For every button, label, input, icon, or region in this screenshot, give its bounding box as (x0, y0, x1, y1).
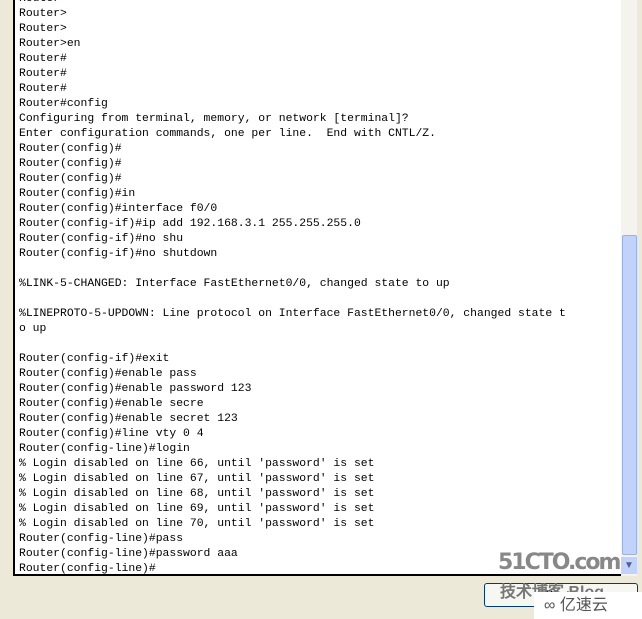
terminal-line: Router# (19, 53, 67, 65)
terminal-line: Router(config)#in (19, 188, 136, 200)
terminal-line: Router(config)# (19, 158, 122, 170)
terminal-line: Router(config)#enable secre (19, 398, 204, 410)
terminal-line: Router(config)# (19, 173, 122, 185)
terminal-line: Router>en (19, 38, 81, 50)
terminal-line: Router(config-line)#login (19, 443, 190, 455)
terminal-line: Router(config)#enable secret 123 (19, 413, 238, 425)
terminal-line: % Login disabled on line 66, until 'pass… (19, 458, 375, 470)
watermark-logo: 51CTO.com (498, 550, 621, 575)
terminal-line: %LINEPROTO-5-UPDOWN: Line protocol on In… (19, 308, 566, 320)
terminal-line: o up (19, 323, 47, 335)
terminal-line: Router# (19, 83, 67, 95)
terminal-line: Enter configuration commands, one per li… (19, 128, 436, 140)
terminal-line: Router(config-line)#password aaa (19, 548, 238, 560)
terminal-line: Router(config-if)#no shutdown (19, 248, 218, 260)
terminal-line: Router(config)#enable password 123 (19, 383, 252, 395)
terminal-line: Router(config-if)#exit (19, 353, 170, 365)
terminal-line: %LINK-5-CHANGED: Interface FastEthernet0… (19, 278, 450, 290)
terminal-line: Router(config)#line vty 0 4 (19, 428, 204, 440)
terminal-line: Router(config)#enable pass (19, 368, 197, 380)
chevron-down-icon[interactable]: ▼ (621, 557, 637, 574)
terminal-line: Router(config-line)# (19, 563, 156, 575)
watermark-yisu: ∞ 亿速云 (534, 592, 642, 619)
terminal-line: % Login disabled on line 67, until 'pass… (19, 473, 375, 485)
terminal-output[interactable]: Router>Router>Router>Router>enRouter#Rou… (13, 0, 624, 576)
terminal-line: Router#config (19, 98, 108, 110)
terminal-line: Configuring from terminal, memory, or ne… (19, 113, 409, 125)
terminal-line: Router(config-if)#ip add 192.168.3.1 255… (19, 218, 361, 230)
terminal-line: % Login disabled on line 70, until 'pass… (19, 518, 375, 530)
terminal-lines: Router>Router>Router>Router>enRouter#Rou… (19, 0, 566, 575)
terminal-line: % Login disabled on line 68, until 'pass… (19, 488, 375, 500)
terminal-line: Router# (19, 68, 67, 80)
terminal-line: Router(config)# (19, 143, 122, 155)
vertical-scrollbar[interactable]: ▼ (621, 0, 637, 576)
scrollbar-thumb[interactable] (622, 235, 637, 555)
terminal-line: Router> (19, 23, 67, 35)
terminal-line: % Login disabled on line 69, until 'pass… (19, 503, 375, 515)
terminal-line: Router> (19, 0, 566, 7)
terminal-line: Router(config-if)#no shu (19, 233, 184, 245)
terminal-line: Router(config)#interface f0/0 (19, 203, 218, 215)
terminal-line: Router> (19, 8, 67, 20)
terminal-line: Router(config-line)#pass (19, 533, 184, 545)
